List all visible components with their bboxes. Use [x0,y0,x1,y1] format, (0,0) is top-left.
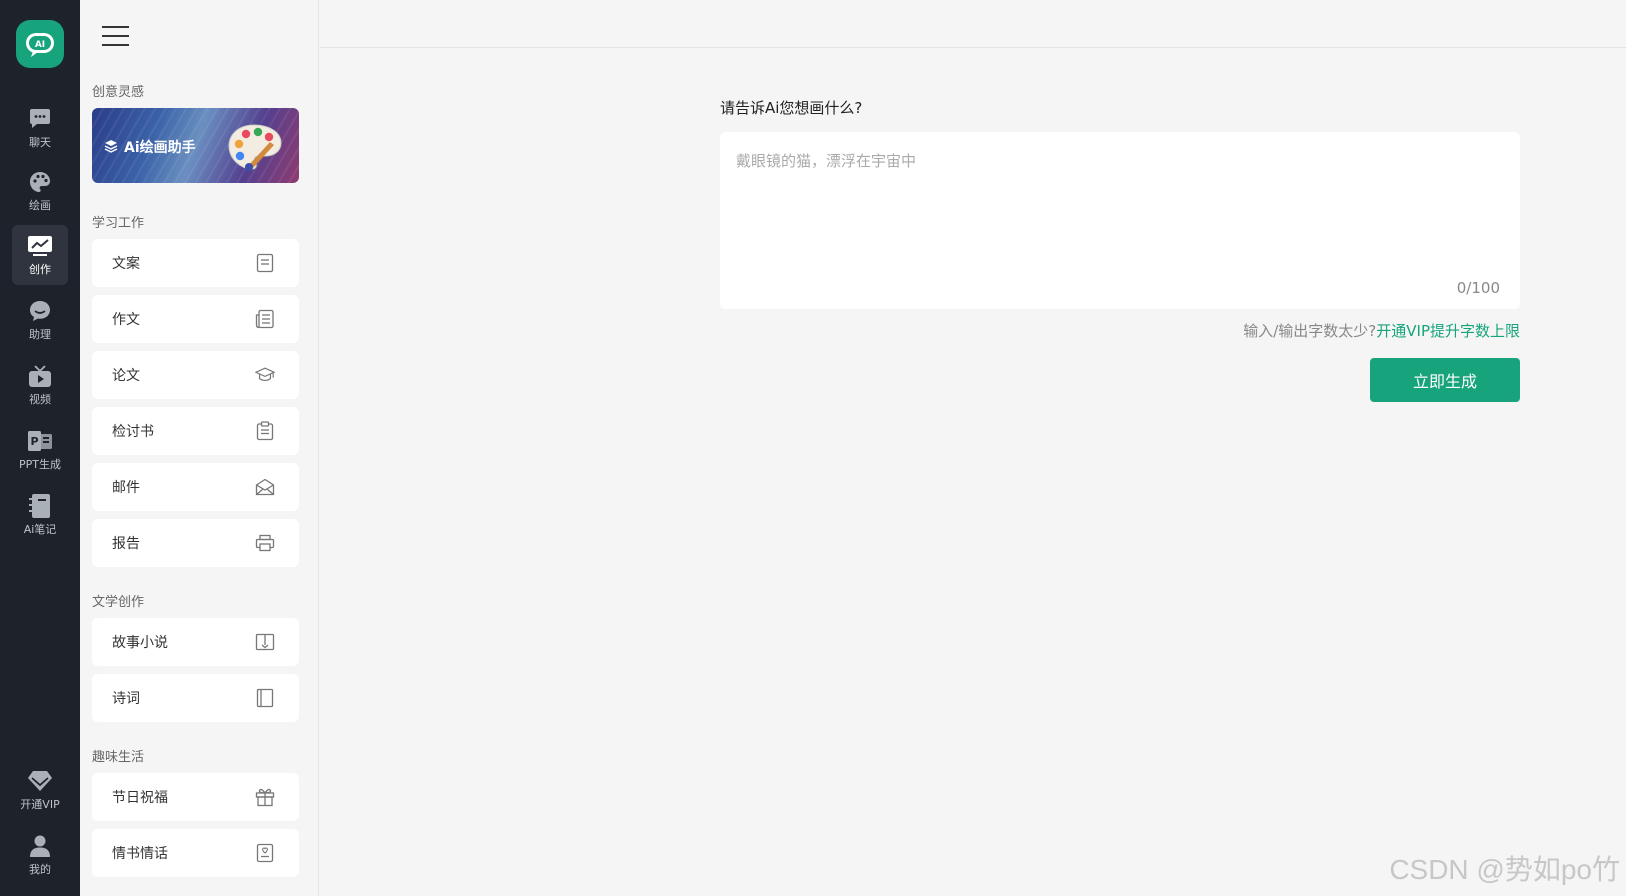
group-title-literature: 文学创作 [92,595,145,610]
rail-item-video[interactable]: 视频 [12,355,68,415]
book-icon [255,688,275,708]
user-icon [27,834,53,858]
menu-toggle-icon[interactable] [102,24,130,48]
prompt-question: 请告诉Ai您想画什么? [720,99,863,117]
group-title-fun-life: 趣味生活 [92,750,145,765]
rail-item-chat[interactable]: 聊天 [12,98,68,158]
card-label: 报告 [112,536,140,552]
rail-item-notes[interactable]: Ai笔记 [12,485,68,545]
card-label: 诗词 [112,691,140,707]
app-logo[interactable]: AI [16,20,64,68]
template-card-love-letter[interactable]: 情书情话 [92,829,299,877]
ai-paint-assistant-banner[interactable]: Ai绘画助手 [92,108,299,183]
prompt-input-box: 0/100 [720,132,1520,309]
template-card-holiday-greeting[interactable]: 节日祝福 [92,773,299,821]
banner-label: Ai绘画助手 [124,140,196,156]
ppt-icon: P [27,429,53,453]
template-card-self-criticism[interactable]: 检讨书 [92,407,299,455]
nav-rail: AI 聊天 绘画 创作 助理 视频 P PPT生成 Ai笔记 开通VIP 我的 [0,0,80,896]
template-card-poetry[interactable]: 诗词 [92,674,299,722]
rail-label: PPT生成 [19,457,61,471]
char-counter: 0/100 [1456,279,1500,297]
template-card-story[interactable]: 故事小说 [92,618,299,666]
graduation-cap-icon [255,365,275,385]
rail-item-paint[interactable]: 绘画 [12,161,68,221]
tv-icon [27,364,53,388]
prompt-textarea[interactable] [720,132,1520,309]
palette-icon [27,170,53,194]
svg-text:P: P [30,435,38,448]
newspaper-icon [255,309,275,329]
card-label: 故事小说 [112,635,168,651]
palette-illustration-icon [228,124,282,171]
rail-item-me[interactable]: 我的 [12,825,68,885]
rail-label: 绘画 [29,198,51,212]
rail-item-vip[interactable]: 开通VIP [12,760,68,820]
card-label: 情书情话 [112,846,168,862]
svg-text:AI: AI [35,40,45,50]
template-card-copywriting[interactable]: 文案 [92,239,299,287]
card-label: 邮件 [112,480,140,496]
vip-upgrade-link[interactable]: 开通VIP提升字数上限 [1376,322,1520,340]
rail-item-assistant[interactable]: 助理 [12,290,68,350]
generate-button[interactable]: 立即生成 [1370,358,1520,402]
open-book-icon [255,632,275,652]
rail-label: 聊天 [29,135,51,149]
rail-label: 开通VIP [20,797,60,811]
rail-item-ppt[interactable]: P PPT生成 [12,420,68,480]
rail-label: Ai笔记 [23,522,57,536]
card-label: 节日祝福 [112,790,168,806]
group-title-inspiration: 创意灵感 [92,85,145,100]
love-letter-icon [255,843,275,863]
layers-icon [104,140,118,153]
vip-hint-text: 输入/输出字数太少? [1243,322,1377,340]
category-sidebar: 创意灵感 Ai绘画助手 学习工作 文案 作文 论文 检讨书 邮件 报告 文学创作… [80,0,319,896]
envelope-icon [255,477,275,497]
ai-logo-icon: AI [26,33,54,57]
template-card-paper[interactable]: 论文 [92,351,299,399]
rail-label: 视频 [29,392,51,406]
top-bar [320,0,1626,48]
vip-hint: 输入/输出字数太少?开通VIP提升字数上限 [1243,320,1520,341]
card-label: 检讨书 [112,424,154,440]
assistant-bubble-icon [27,299,53,323]
notebook-icon [27,493,53,518]
card-label: 论文 [112,368,140,384]
card-label: 作文 [112,312,140,328]
group-title-study-work: 学习工作 [92,216,145,231]
rail-item-create[interactable]: 创作 [12,225,68,285]
template-card-essay[interactable]: 作文 [92,295,299,343]
rail-label: 创作 [29,262,51,276]
printer-icon [255,533,275,553]
chat-bubble-icon [27,107,53,131]
clipboard-icon [255,421,275,441]
rail-label: 助理 [29,327,51,341]
template-card-email[interactable]: 邮件 [92,463,299,511]
trend-chart-icon [27,234,53,258]
rail-label: 我的 [29,862,51,876]
document-icon [255,253,275,273]
template-card-report[interactable]: 报告 [92,519,299,567]
card-label: 文案 [112,256,140,272]
gift-icon [255,787,275,807]
watermark: CSDN @势如po竹 [1389,854,1620,885]
diamond-icon [27,769,53,793]
